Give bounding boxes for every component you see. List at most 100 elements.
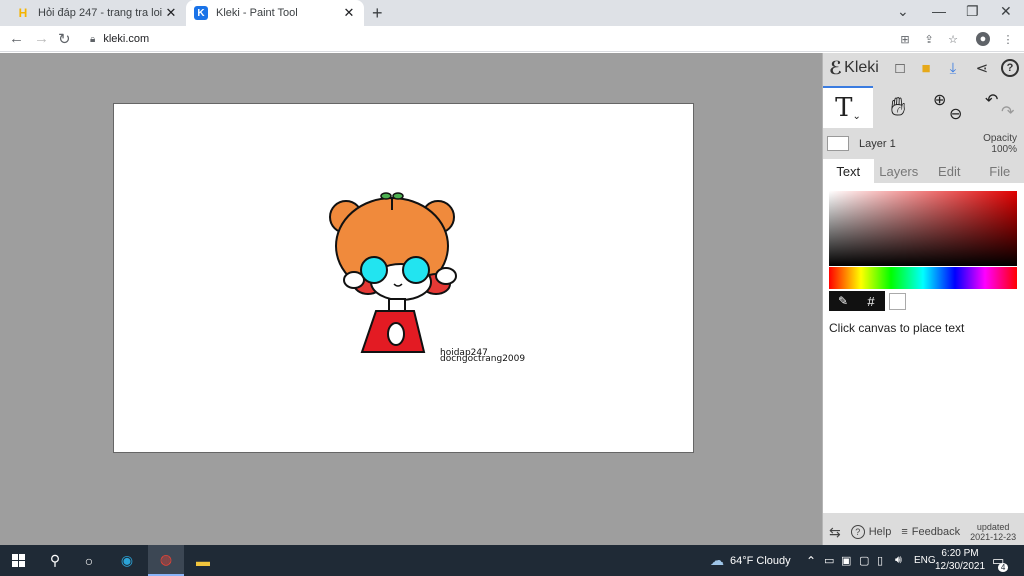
cortana-icon[interactable]: ○ — [74, 545, 104, 576]
translate-icon[interactable]: ⊞ — [898, 32, 912, 46]
notification-icon: ▭ 4 — [992, 553, 1009, 572]
zoom-tool: ⊕ ⊖ — [923, 86, 973, 128]
lock-icon: 🔒︎ — [90, 33, 96, 45]
clock-date: 12/30/2021 — [935, 561, 986, 572]
download-icon[interactable]: ⤓ — [944, 59, 962, 77]
brand-name: Kleki — [844, 59, 879, 76]
swap-panel-icon[interactable]: ⇆ — [829, 524, 841, 541]
feedback-label: Feedback — [911, 526, 961, 538]
primary-color-swatch[interactable] — [889, 293, 906, 310]
url-text: kleki.com — [103, 33, 150, 45]
battery-icon[interactable]: ▯ — [877, 545, 883, 576]
zoom-in-icon[interactable]: ⊕ — [933, 90, 946, 110]
notification-count: 4 — [997, 562, 1009, 572]
opacity-value: 100% — [991, 144, 1017, 155]
search-icon[interactable]: ⚲ — [40, 545, 70, 576]
new-image-icon[interactable]: □ — [891, 59, 909, 77]
kleki-logo: ℰ Kleki — [829, 58, 879, 79]
feedback-icon: ≡ — [901, 526, 908, 538]
maximize-icon[interactable]: ❐ — [966, 3, 979, 20]
kleki-logo-icon: K — [194, 6, 208, 20]
opacity-label: Opacity — [983, 133, 1017, 144]
chrome-icon[interactable]: ◍ — [148, 545, 184, 576]
help-link[interactable]: ? Help — [850, 525, 892, 539]
taskbar: ⚲ ○ ◉ ◍ ▬ ☁ 64°F Cloudy ⌃ ▭ ▣ ▢ ▯ 🔊︎ ENG… — [0, 545, 1024, 576]
clock-time: 6:20 PM — [941, 548, 979, 559]
help-label: Help — [868, 526, 892, 538]
hue-slider[interactable] — [829, 267, 1017, 289]
saturation-value-picker[interactable] — [829, 191, 1017, 266]
tab-edit[interactable]: Edit — [924, 159, 975, 183]
profile-avatar-icon[interactable]: ● — [976, 32, 990, 46]
layer-name: Layer 1 — [859, 138, 896, 150]
tab-text[interactable]: Text — [823, 159, 874, 183]
volume-icon[interactable]: 🔊︎ — [895, 545, 902, 576]
updated-label: updated — [976, 522, 1010, 532]
kleki-logo-icon: ℰ — [829, 57, 843, 78]
forward-icon[interactable]: → — [34, 30, 49, 47]
open-folder-icon[interactable]: ■ — [917, 59, 935, 77]
kleki-side-panel: ℰ Kleki □ ■ ⤓ ⋖ ? T ⌄ ✋︎ ⊕ ⊖ ↶ ↷ Layer 1 … — [822, 53, 1024, 545]
address-bar[interactable]: 🔒︎ kleki.com — [80, 28, 886, 50]
zoom-out-icon[interactable]: ⊖ — [949, 104, 962, 124]
menu-kebab-icon[interactable]: ⋮ — [1001, 32, 1015, 46]
weather-widget[interactable]: ☁ 64°F Cloudy — [710, 545, 791, 576]
tab-search-chevron-icon[interactable]: ⌄ — [897, 3, 909, 20]
close-window-icon[interactable]: ✕ — [1000, 3, 1012, 20]
share-page-icon[interactable]: ⇪ — [922, 32, 936, 46]
cloud-icon: ☁ — [710, 552, 724, 568]
language-indicator[interactable]: ENG — [914, 545, 936, 576]
canvas-workspace[interactable]: hoidap247 docngoctrang2009 — [0, 53, 822, 545]
tool-hint: Click canvas to place text — [829, 321, 965, 335]
hoidap-logo-icon: H — [18, 6, 28, 20]
help-icon[interactable]: ? — [1001, 59, 1019, 77]
text-tool-icon[interactable]: T ⌄ — [823, 86, 873, 128]
updated-info[interactable]: updated 2021-12-23 — [970, 522, 1016, 542]
layer-thumbnail — [827, 136, 849, 151]
tab-layers[interactable]: Layers — [874, 159, 925, 183]
weather-text: 64°F Cloudy — [730, 554, 791, 567]
network-icon[interactable]: ▢ — [859, 545, 869, 576]
tab-strip: H Hỏi đáp 247 - trang tra loi ✕ K Kleki … — [0, 0, 1024, 26]
notification-center[interactable]: ▭ 4 — [992, 545, 1009, 576]
minimize-icon[interactable]: — — [932, 3, 946, 19]
tab-kleki[interactable]: K Kleki - Paint Tool ✕ — [186, 0, 364, 26]
layer-opacity: Opacity 100% — [983, 133, 1017, 155]
tab-file[interactable]: File — [975, 159, 1024, 183]
tab-hoidap[interactable]: H Hỏi đáp 247 - trang tra loi ✕ — [8, 0, 186, 26]
share-icon[interactable]: ⋖ — [973, 59, 991, 77]
feedback-link[interactable]: ≡ Feedback — [901, 526, 960, 538]
undo-icon[interactable]: ↶ — [985, 90, 998, 110]
eyedropper-icon[interactable]: ✎ — [829, 291, 857, 311]
close-icon[interactable]: ✕ — [164, 5, 178, 21]
hex-input-button[interactable]: # — [857, 291, 885, 311]
tab-title: Hỏi đáp 247 - trang tra loi — [38, 7, 163, 19]
redo-icon[interactable]: ↷ — [1001, 102, 1014, 122]
panel-header: ℰ Kleki □ ■ ⤓ ⋖ ? — [823, 53, 1024, 83]
help-circle-icon: ? — [850, 525, 865, 539]
tool-row: T ⌄ ✋︎ ⊕ ⊖ ↶ ↷ — [823, 86, 1024, 128]
layer-row[interactable]: Layer 1 Opacity 100% — [823, 133, 1024, 155]
file-explorer-icon[interactable]: ▬ — [188, 545, 218, 576]
history-tool: ↶ ↷ — [973, 86, 1023, 128]
hand-tool-icon[interactable]: ✋︎ — [873, 86, 923, 128]
browser-toolbar: ← → ↻ 🔒︎ kleki.com ⊞ ⇪ ☆ ● ⋮ — [0, 26, 1024, 52]
show-hidden-icons-icon[interactable]: ⌃ — [806, 545, 816, 576]
meet-now-icon[interactable]: ▭ — [824, 545, 834, 576]
tab-title: Kleki - Paint Tool — [216, 7, 298, 19]
bookmark-star-icon[interactable]: ☆ — [946, 32, 960, 46]
edge-icon[interactable]: ◉ — [112, 545, 142, 576]
panel-tabs: Text Layers Edit File — [823, 159, 1024, 183]
canvas-text-line2: docngoctrang2009 — [440, 354, 525, 364]
drawing-canvas[interactable]: hoidap247 docngoctrang2009 — [113, 103, 694, 453]
reload-icon[interactable]: ↻ — [58, 30, 71, 48]
back-icon[interactable]: ← — [9, 30, 24, 47]
new-tab-button[interactable]: + — [372, 3, 383, 24]
close-icon[interactable]: ✕ — [342, 5, 356, 21]
chibi-drawing: hoidap247 docngoctrang2009 — [329, 192, 525, 364]
app-tray-icon[interactable]: ▣ — [841, 545, 851, 576]
updated-date: 2021-12-23 — [970, 532, 1017, 542]
windows-start-icon[interactable] — [0, 545, 36, 576]
text-tool-options: ✎ # Click canvas to place text — [823, 183, 1024, 513]
clock[interactable]: 6:20 PM 12/30/2021 — [935, 547, 985, 573]
